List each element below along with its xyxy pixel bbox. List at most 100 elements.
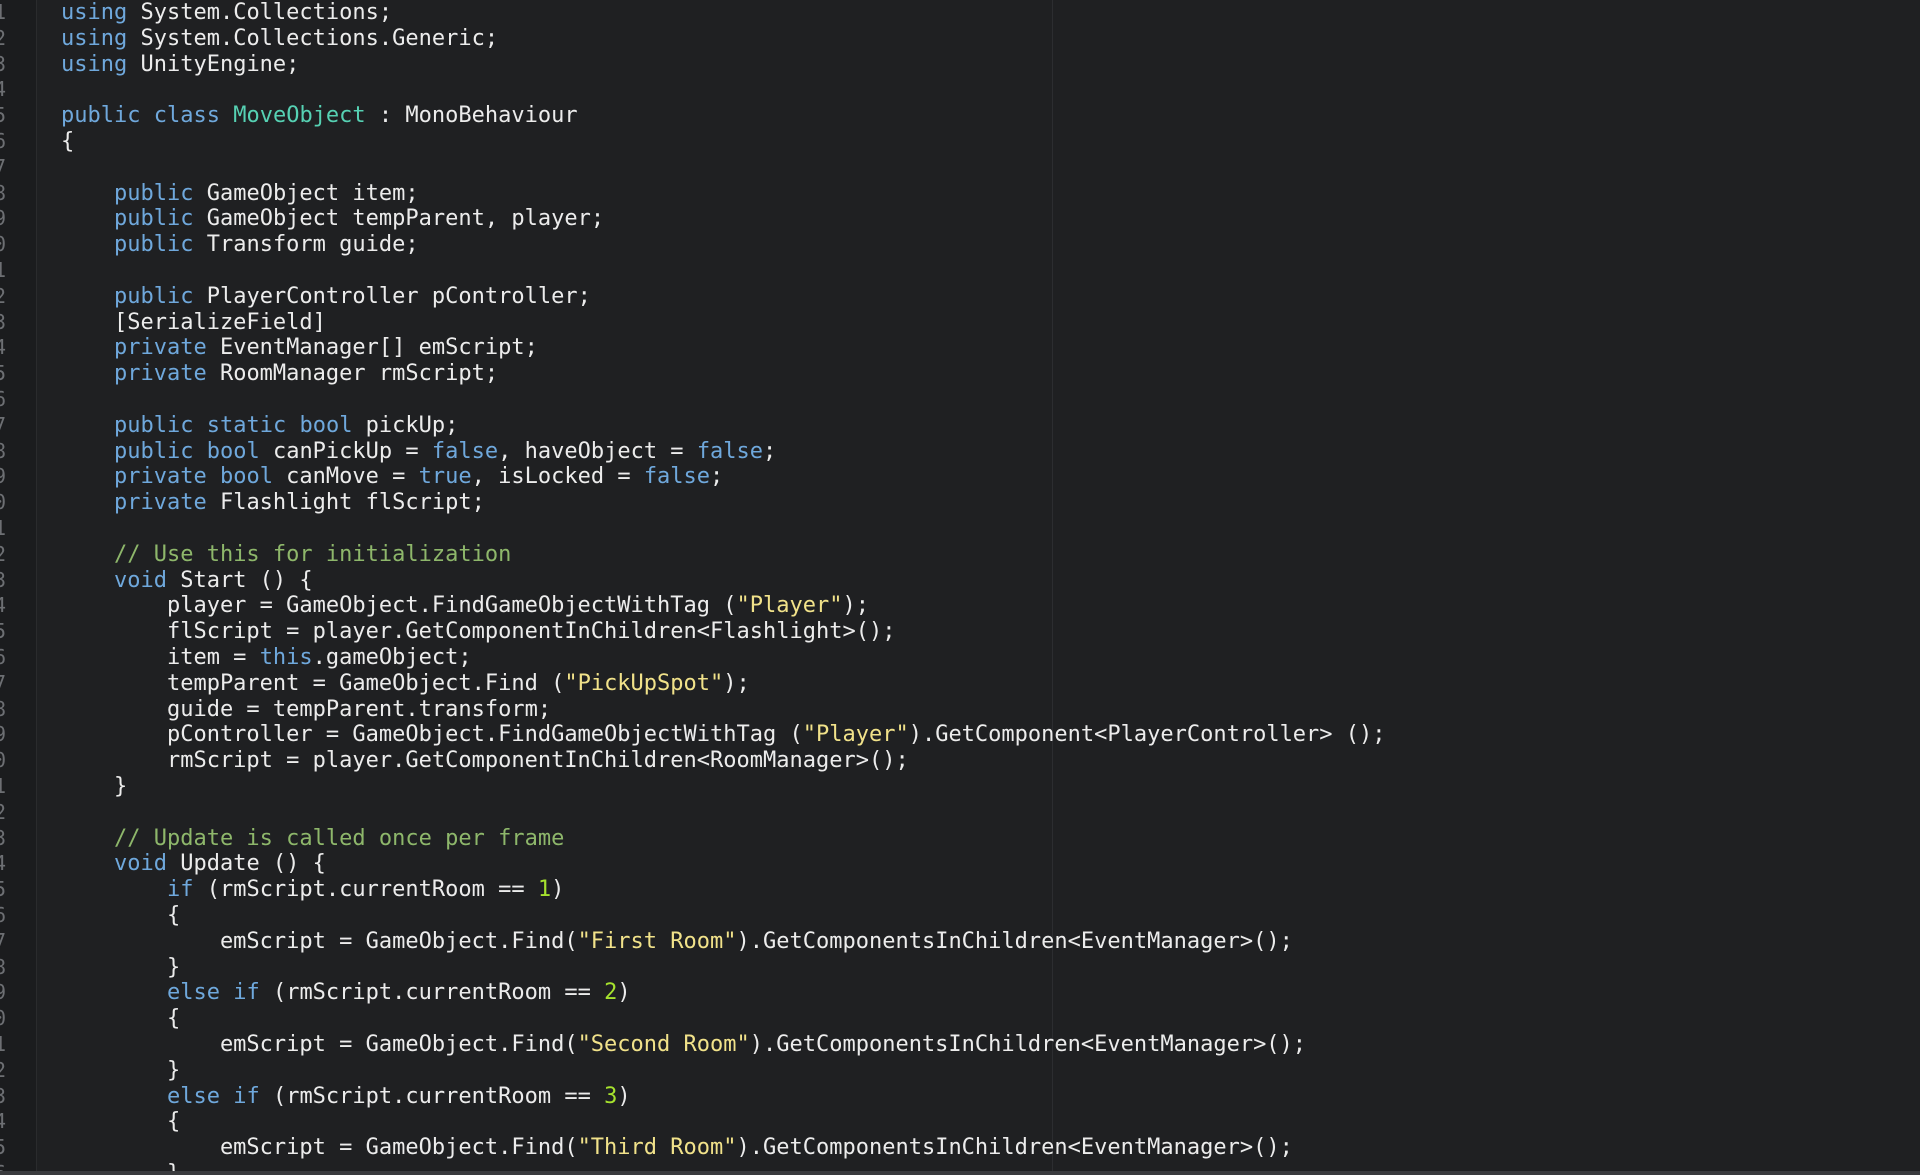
code-line[interactable]: else if (rmScript.currentRoom == 2)	[61, 980, 631, 1006]
code-line[interactable]: }	[61, 1058, 180, 1084]
code-line[interactable]: using UnityEngine;	[61, 52, 299, 78]
line-number: 0	[0, 1006, 8, 1032]
code-line[interactable]: private EventManager[] emScript;	[61, 335, 538, 361]
code-token-plain: UnityEngine;	[127, 51, 300, 77]
code-token-plain: ).GetComponent<PlayerController> ();	[908, 722, 1386, 748]
line-number: 3	[0, 1084, 8, 1110]
horizontal-scrollbar[interactable]	[0, 1171, 1920, 1175]
code-line[interactable]: else if (rmScript.currentRoom == 3)	[61, 1084, 631, 1110]
code-token-cm: // Update is called once per frame	[113, 825, 565, 851]
code-line[interactable]: {	[61, 903, 180, 929]
code-line[interactable]: using System.Collections.Generic;	[61, 26, 498, 52]
code-line[interactable]: using System.Collections;	[61, 0, 392, 26]
code-line[interactable]: pController = GameObject.FindGameObjectW…	[61, 722, 1386, 748]
code-line[interactable]: emScript = GameObject.Find("First Room")…	[61, 929, 1293, 955]
code-token-plain: Start () {	[166, 567, 313, 593]
line-number: 5	[0, 619, 8, 645]
code-token-plain: {	[61, 903, 181, 928]
code-token-plain: {	[61, 129, 75, 154]
code-line[interactable]: {	[61, 1006, 180, 1032]
code-token-plain: : MonoBehaviour	[365, 103, 578, 129]
line-number: 9	[0, 464, 8, 490]
code-token-plain: System.Collections;	[127, 0, 393, 25]
code-token-num: 2	[604, 980, 618, 1006]
code-line[interactable]: // Update is called once per frame	[61, 826, 564, 852]
code-line[interactable]: item = this.gameObject;	[61, 645, 472, 671]
code-line[interactable]: player = GameObject.FindGameObjectWithTa…	[61, 593, 869, 619]
line-number: 1	[0, 1032, 8, 1058]
line-number: 7	[0, 671, 8, 697]
code-token-plain: guide = tempParent.transform;	[61, 696, 552, 722]
code-line[interactable]: public static bool pickUp;	[61, 413, 458, 439]
code-token-kw: private	[113, 335, 207, 361]
code-token-plain: Transform guide;	[193, 232, 419, 258]
code-token-plain: EventManager[] emScript;	[206, 335, 538, 361]
code-line[interactable]: // Use this for initialization	[61, 542, 511, 568]
code-token-kw: private	[113, 361, 207, 387]
code-token-cm: // Use this for initialization	[113, 541, 512, 567]
code-line[interactable]: }	[61, 955, 180, 981]
code-token-kw: this	[259, 645, 313, 670]
line-number: 4	[0, 1109, 8, 1135]
code-token-kw: else	[166, 1083, 220, 1109]
code-line[interactable]: {	[61, 1109, 180, 1135]
code-token-plain: {	[61, 1109, 181, 1135]
code-line[interactable]: public GameObject item;	[61, 181, 419, 207]
code-line[interactable]: private RoomManager rmScript;	[61, 361, 498, 387]
code-token-kw: true	[418, 464, 472, 490]
line-number: 9	[0, 980, 8, 1006]
code-token-kw: static	[206, 412, 287, 438]
code-token-plain: ).GetComponentsInChildren<EventManager>(…	[736, 1135, 1293, 1161]
code-line[interactable]: private Flashlight flScript;	[61, 490, 485, 516]
line-number: 5	[0, 877, 8, 903]
code-line[interactable]: void Start () {	[61, 568, 313, 594]
code-line[interactable]: rmScript = player.GetComponentInChildren…	[61, 748, 909, 774]
line-number: 4	[0, 77, 8, 103]
code-line[interactable]: {	[61, 129, 74, 155]
code-line[interactable]: public class MoveObject : MonoBehaviour	[61, 103, 578, 129]
code-line[interactable]: public PlayerController pController;	[61, 284, 591, 310]
line-number: 5	[0, 103, 8, 129]
code-token-plain: canPickUp =	[259, 438, 432, 464]
code-token-plain: emScript = GameObject.Find(	[61, 1032, 578, 1057]
code-line[interactable]: void Update () {	[61, 851, 326, 877]
code-line[interactable]: emScript = GameObject.Find("Third Room")…	[61, 1135, 1293, 1161]
code-token-plain: Flashlight flScript;	[206, 490, 485, 516]
code-line[interactable]: }	[61, 774, 127, 800]
line-number: 4	[0, 335, 8, 361]
code-line[interactable]: public bool canPickUp = false, haveObjec…	[61, 439, 776, 465]
line-number: 3	[0, 310, 8, 336]
code-line[interactable]: if (rmScript.currentRoom == 1)	[61, 877, 564, 903]
code-token-kw: public	[113, 283, 194, 309]
code-line[interactable]: public GameObject tempParent, player;	[61, 206, 604, 232]
code-line[interactable]: public Transform guide;	[61, 232, 419, 258]
code-editor[interactable]: 1234567890123456789012345678901234567890…	[0, 0, 1920, 1175]
line-number: 0	[0, 232, 8, 258]
code-token-kw: public	[113, 232, 194, 258]
code-line[interactable]: tempParent = GameObject.Find ("PickUpSpo…	[61, 671, 750, 697]
code-token-kw: void	[113, 567, 167, 593]
line-number: 5	[0, 361, 8, 387]
line-number: 8	[0, 181, 8, 207]
code-line[interactable]: flScript = player.GetComponentInChildren…	[61, 619, 896, 645]
code-token-plain: ).GetComponentsInChildren<EventManager>(…	[749, 1032, 1307, 1057]
code-line[interactable]: [SerializeField]	[61, 310, 326, 336]
line-number: 6	[0, 903, 8, 929]
line-number: 0	[0, 490, 8, 516]
code-line[interactable]: emScript = GameObject.Find("Second Room"…	[61, 1032, 1306, 1058]
code-line[interactable]: guide = tempParent.transform;	[61, 697, 551, 723]
line-number: 7	[0, 413, 8, 439]
column-guide	[1052, 0, 1053, 1175]
code-token-kw: if	[233, 980, 260, 1006]
code-line[interactable]: private bool canMove = true, isLocked = …	[61, 464, 723, 490]
